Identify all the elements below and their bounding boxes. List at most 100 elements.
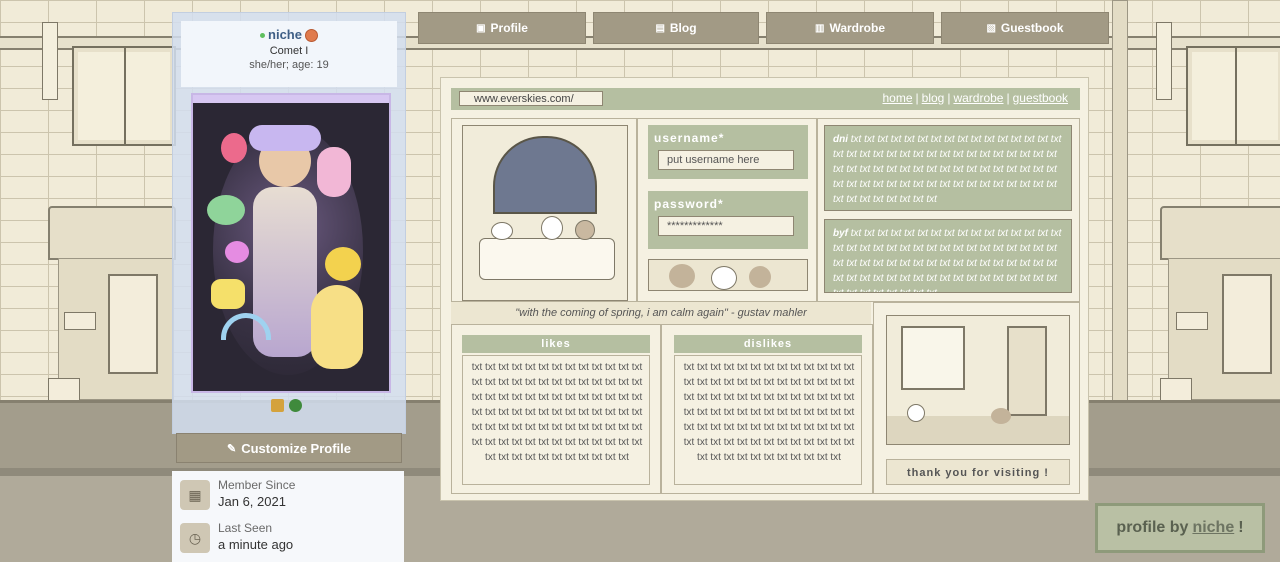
likes-text: txt txt txt txt txt txt txt txt txt txt … <box>471 362 643 463</box>
strawberry-sticker-icon <box>221 133 247 163</box>
dni-box: dni txt txt txt txt txt txt txt txt txt … <box>824 125 1072 211</box>
quote-text: "with the coming of spring, i am calm ag… <box>451 302 871 324</box>
password-box: password* ************* <box>648 191 808 249</box>
likes-header: likes <box>462 335 650 353</box>
tab-profile[interactable]: ▣ Profile <box>418 12 586 44</box>
credit-author-link[interactable]: niche <box>1192 519 1234 537</box>
night-window-icon <box>493 136 597 214</box>
credit-suffix: ! <box>1238 519 1244 536</box>
tab-wardrobe-label: Wardrobe <box>829 21 885 35</box>
dislikes-text: txt txt txt txt txt txt txt txt txt txt … <box>683 362 855 463</box>
bunny-icon <box>907 404 925 422</box>
dislikes-header: dislikes <box>674 335 862 353</box>
flower-sign-left <box>64 312 96 330</box>
profile-pronouns: she/her; age: 19 <box>249 59 329 72</box>
username-input[interactable]: put username here <box>658 150 794 170</box>
clock-calendar-icon: ◷ <box>180 523 210 553</box>
lantern-badge-icon[interactable] <box>271 399 284 413</box>
likes-panel: likes txt txt txt txt txt txt txt txt tx… <box>451 324 661 494</box>
username-label: username* <box>654 131 725 145</box>
bunny-sticker-icon <box>317 147 351 197</box>
home-link[interactable]: home <box>882 91 912 105</box>
link-separator: | <box>915 91 919 105</box>
awning-right <box>1160 206 1280 260</box>
online-status-icon <box>260 33 266 39</box>
dni-label: dni <box>833 134 848 145</box>
flower-shop-illustration <box>886 315 1070 445</box>
tea-party-panel <box>451 118 637 302</box>
peep-sticker-icon <box>311 285 363 369</box>
snail-icon <box>304 29 318 43</box>
frog-badge-icon[interactable] <box>289 399 302 413</box>
shop-sign-left <box>42 22 58 100</box>
member-since-value: Jan 6, 2021 <box>218 494 286 509</box>
avatar-hat <box>249 125 321 151</box>
dni-text: txt txt txt txt txt txt txt txt txt txt … <box>833 134 1062 205</box>
last-seen-label: Last Seen <box>218 521 273 535</box>
profile-sidebar: niche Comet I she/her; age: 19 <box>172 12 406 434</box>
window-left <box>72 46 176 146</box>
blog-link[interactable]: blog <box>922 91 945 105</box>
tab-profile-label: Profile <box>490 21 528 35</box>
password-input[interactable]: ************* <box>658 216 794 236</box>
card-topbar: www.everskies.com/ home | blog | wardrobe | gu… <box>451 88 1080 110</box>
heart-sticker-icon <box>225 241 249 263</box>
profile-icon: ▣ <box>476 22 486 34</box>
profile-card: www.everskies.com/ home | blog | wardrobe | gu… <box>440 77 1089 501</box>
pillar-right <box>1112 0 1128 402</box>
link-separator: | <box>947 91 951 105</box>
flower-sign-right <box>1176 312 1208 330</box>
bunny-icon <box>541 216 563 240</box>
wardrobe-link[interactable]: wardrobe <box>953 91 1003 105</box>
url-field[interactable]: www.everskies.com/ <box>459 91 603 106</box>
tab-guestbook-label: Guestbook <box>1000 21 1064 35</box>
byf-box: byf txt txt txt txt txt txt txt txt txt … <box>824 219 1072 293</box>
tablecloth-icon <box>479 238 615 280</box>
badge-row <box>271 397 307 415</box>
cat-icon <box>575 220 595 240</box>
byf-label: byf <box>833 228 848 239</box>
credit-prefix: profile by <box>1116 519 1189 536</box>
last-seen-value: a minute ago <box>218 537 294 552</box>
last-seen-row: ◷ Last Seen a minute ago <box>180 521 396 561</box>
customize-profile-label: Customize Profile <box>241 440 351 456</box>
squirrel-icon <box>749 266 771 288</box>
bears-illustration <box>648 259 808 291</box>
tab-wardrobe[interactable]: ▥ Wardrobe <box>766 12 934 44</box>
avatar-titlebar <box>193 95 389 103</box>
shop-sign-right <box>1156 22 1172 100</box>
profile-username[interactable]: niche <box>268 27 302 42</box>
bunny-icon <box>491 222 513 240</box>
duck-sticker-icon <box>325 247 361 281</box>
guestbook-link[interactable]: guestbook <box>1013 91 1068 105</box>
profile-header: niche Comet I she/her; age: 19 <box>181 21 397 87</box>
tab-blog-label: Blog <box>669 21 697 35</box>
card-nav-links: home | blog | wardrobe | guestbook <box>882 91 1068 105</box>
profile-stats: ▦ Member Since Jan 6, 2021 ◷ Last Seen a… <box>172 471 404 562</box>
door-left <box>108 274 158 374</box>
frog-sticker-icon <box>207 195 245 225</box>
tea-party-illustration <box>462 125 628 301</box>
calendar-icon: ▦ <box>180 480 210 510</box>
byf-text: txt txt txt txt txt txt txt txt txt txt … <box>833 228 1062 292</box>
dislikes-box: txt txt txt txt txt txt txt txt txt txt … <box>674 355 862 485</box>
blog-icon: ▤ <box>655 22 665 34</box>
guestbook-icon: ▧ <box>986 22 996 34</box>
profile-title: Comet I <box>269 45 309 58</box>
star-sticker-icon <box>211 279 245 309</box>
door-right <box>1222 274 1272 374</box>
customize-profile-button[interactable]: ✎ Customize Profile <box>176 433 402 463</box>
shop-door-icon <box>1007 326 1047 416</box>
dislikes-panel: dislikes txt txt txt txt txt txt txt txt… <box>661 324 873 494</box>
avatar[interactable] <box>191 93 391 393</box>
link-separator: | <box>1006 91 1010 105</box>
tab-blog[interactable]: ▤ Blog <box>593 12 759 44</box>
username-box: username* put username here <box>648 125 808 179</box>
dni-byf-panel: dni txt txt txt txt txt txt txt txt txt … <box>817 118 1080 302</box>
tab-guestbook[interactable]: ▧ Guestbook <box>941 12 1109 44</box>
member-since-label: Member Since <box>218 478 296 492</box>
thanks-banner: thank you for visiting ! <box>886 459 1070 485</box>
cat-icon <box>991 408 1011 424</box>
awning-left <box>48 206 176 260</box>
window-right <box>1186 46 1280 146</box>
